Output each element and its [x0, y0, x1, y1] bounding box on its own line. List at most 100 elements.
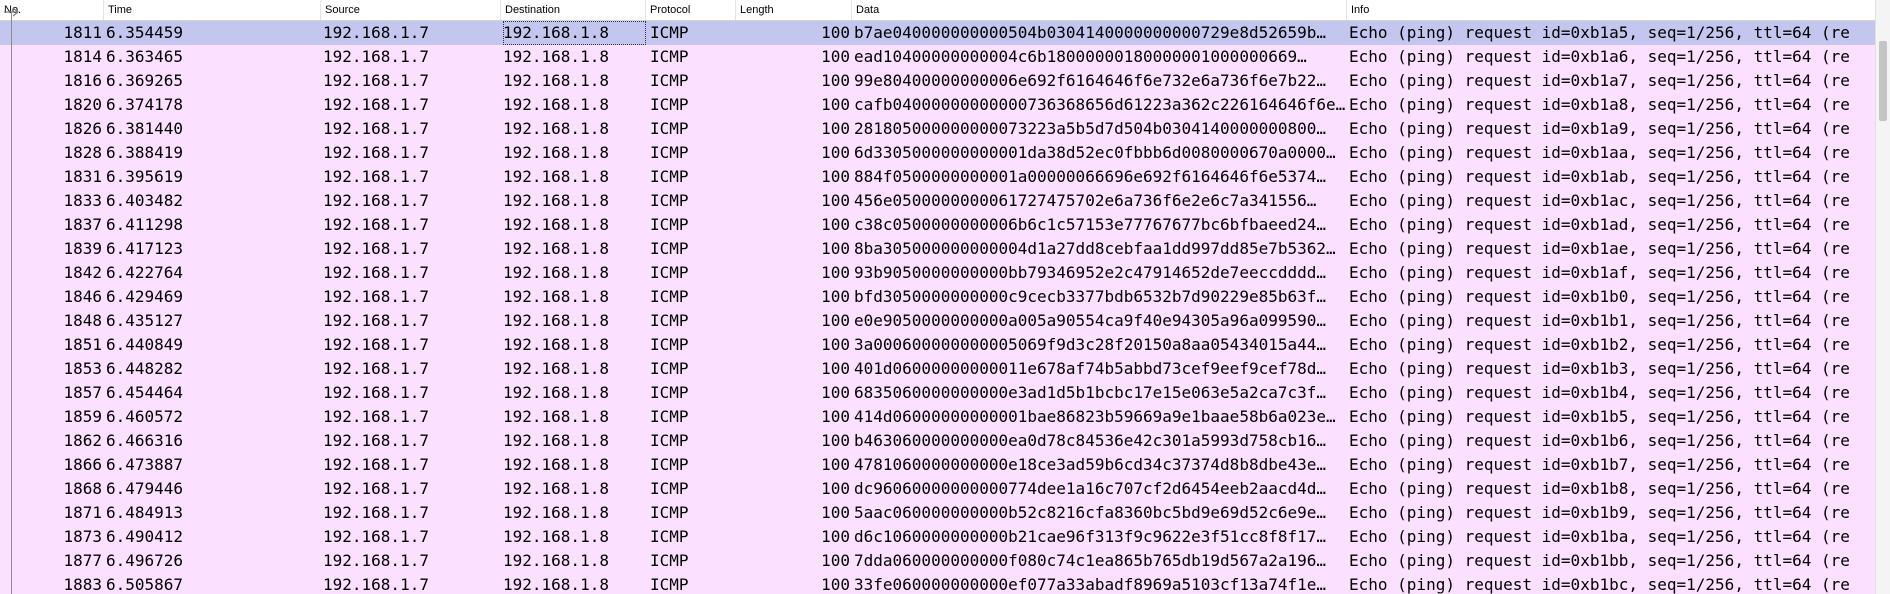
- packet-row[interactable]: 1820 6.374178 192.168.1.7 192.168.1.8 ICMP 10…: [0, 93, 1875, 117]
- column-header-protocol[interactable]: Protocol: [646, 0, 736, 20]
- packet-time-cell: 6.435127: [106, 311, 184, 330]
- packet-no-cell: 1859: [63, 407, 102, 426]
- packet-source-cell: 192.168.1.7: [323, 455, 429, 474]
- packet-row[interactable]: 1853 6.448282 192.168.1.7 192.168.1.8 ICMP 10…: [0, 357, 1875, 381]
- packet-time-cell: 6.374178: [106, 95, 184, 114]
- packet-data-cell: 93b9050000000000bb79346952e2c47914652de7…: [854, 263, 1327, 282]
- packet-destination-cell: 192.168.1.8: [503, 455, 609, 474]
- packet-length-cell: 100: [821, 263, 850, 282]
- column-header-length[interactable]: Length: [736, 0, 852, 20]
- packet-no-cell: 1814: [63, 47, 102, 66]
- packet-data-cell: 401d06000000000011e678af74b5abbd73cef9ee…: [854, 359, 1327, 378]
- packet-row[interactable]: 1851 6.440849 192.168.1.7 192.168.1.8 ICMP 10…: [0, 333, 1875, 357]
- packet-length-cell: 100: [821, 47, 850, 66]
- packet-source-cell: 192.168.1.7: [323, 359, 429, 378]
- packet-source-cell: 192.168.1.7: [323, 119, 429, 138]
- packet-no-cell: 1851: [63, 335, 102, 354]
- packet-source-cell: 192.168.1.7: [323, 383, 429, 402]
- packet-row[interactable]: 1877 6.496726 192.168.1.7 192.168.1.8 ICMP 10…: [0, 549, 1875, 573]
- packet-source-cell: 192.168.1.7: [323, 407, 429, 426]
- related-packet-line: [11, 12, 12, 594]
- packet-row[interactable]: 1871 6.484913 192.168.1.7 192.168.1.8 ICMP 10…: [0, 501, 1875, 525]
- packet-time-cell: 6.395619: [106, 167, 184, 186]
- packet-data-cell: b463060000000000ea0d78c84536e42c301a5993…: [854, 431, 1327, 450]
- packet-row[interactable]: 1826 6.381440 192.168.1.7 192.168.1.8 ICMP 10…: [0, 117, 1875, 141]
- vertical-scrollbar[interactable]: [1875, 0, 1890, 594]
- packet-source-cell: 192.168.1.7: [323, 335, 429, 354]
- packet-destination-cell: 192.168.1.8: [503, 21, 646, 45]
- packet-data-cell: 8ba305000000000004d1a27dd8cebfaa1dd997dd…: [854, 239, 1336, 258]
- column-header-bar: No. Time Source Destination Protocol Len…: [0, 0, 1875, 21]
- packet-row[interactable]: 1814 6.363465 192.168.1.7 192.168.1.8 ICMP 10…: [0, 45, 1875, 69]
- packet-row[interactable]: 1866 6.473887 192.168.1.7 192.168.1.8 ICMP 10…: [0, 453, 1875, 477]
- packet-no-cell: 1828: [63, 143, 102, 162]
- packet-time-cell: 6.448282: [106, 359, 184, 378]
- packet-row[interactable]: 1831 6.395619 192.168.1.7 192.168.1.8 ICMP 10…: [0, 165, 1875, 189]
- packet-row-selected[interactable]: 1811 6.354459 192.168.1.7 192.168.1.8 ICMP 10…: [0, 21, 1875, 45]
- packet-destination-cell: 192.168.1.8: [503, 575, 609, 594]
- arrow-right-icon: [4, 7, 19, 17]
- packet-info-cell: Echo (ping) request id=0xb1ac, seq=1/256…: [1349, 191, 1850, 210]
- column-header-time[interactable]: Time: [104, 0, 321, 20]
- column-header-source[interactable]: Source: [321, 0, 501, 20]
- packet-protocol-cell: ICMP: [650, 551, 689, 570]
- packet-length-cell: 100: [821, 503, 850, 522]
- packet-row[interactable]: 1857 6.454464 192.168.1.7 192.168.1.8 ICMP 10…: [0, 381, 1875, 405]
- column-header-data[interactable]: Data: [852, 0, 1347, 20]
- packet-destination-cell: 192.168.1.8: [503, 431, 609, 450]
- packet-time-cell: 6.363465: [106, 47, 184, 66]
- packet-no-cell: 1833: [63, 191, 102, 210]
- packet-row[interactable]: 1883 6.505867 192.168.1.7 192.168.1.8 ICMP 10…: [0, 573, 1875, 594]
- packet-row[interactable]: 1873 6.490412 192.168.1.7 192.168.1.8 ICMP 10…: [0, 525, 1875, 549]
- packet-source-cell: 192.168.1.7: [323, 287, 429, 306]
- scrollbar-thumb[interactable]: [1879, 41, 1887, 121]
- packet-protocol-cell: ICMP: [650, 71, 689, 90]
- packet-data-cell: 6d3305000000000001da38d52ec0fbbb6d008000…: [854, 143, 1336, 162]
- packet-time-cell: 6.460572: [106, 407, 184, 426]
- packet-data-cell: d6c1060000000000b21cae96f313f9c9622e3f51…: [854, 527, 1327, 546]
- packet-no-cell: 1826: [63, 119, 102, 138]
- packet-no-cell: 1811: [63, 23, 102, 42]
- packet-destination-cell: 192.168.1.8: [503, 503, 609, 522]
- packet-list[interactable]: No. Time Source Destination Protocol Len…: [0, 0, 1875, 594]
- packet-destination-cell: 192.168.1.8: [503, 239, 609, 258]
- packet-no-cell: 1853: [63, 359, 102, 378]
- packet-no-cell: 1857: [63, 383, 102, 402]
- packet-source-cell: 192.168.1.7: [323, 47, 429, 66]
- packet-row[interactable]: 1833 6.403482 192.168.1.7 192.168.1.8 ICMP 10…: [0, 189, 1875, 213]
- packet-no-cell: 1873: [63, 527, 102, 546]
- packet-row[interactable]: 1839 6.417123 192.168.1.7 192.168.1.8 ICMP 10…: [0, 237, 1875, 261]
- packet-row[interactable]: 1862 6.466316 192.168.1.7 192.168.1.8 ICMP 10…: [0, 429, 1875, 453]
- packet-no-cell: 1871: [63, 503, 102, 522]
- packet-row[interactable]: 1816 6.369265 192.168.1.7 192.168.1.8 ICMP 10…: [0, 69, 1875, 93]
- packet-info-cell: Echo (ping) request id=0xb1b2, seq=1/256…: [1349, 335, 1850, 354]
- packet-length-cell: 100: [821, 551, 850, 570]
- packet-row[interactable]: 1868 6.479446 192.168.1.7 192.168.1.8 ICMP 10…: [0, 477, 1875, 501]
- packet-protocol-cell: ICMP: [650, 95, 689, 114]
- packet-info-cell: Echo (ping) request id=0xb1ba, seq=1/256…: [1349, 527, 1850, 546]
- packet-time-cell: 6.473887: [106, 455, 184, 474]
- packet-row[interactable]: 1828 6.388419 192.168.1.7 192.168.1.8 ICMP 10…: [0, 141, 1875, 165]
- packet-row[interactable]: 1837 6.411298 192.168.1.7 192.168.1.8 ICMP 10…: [0, 213, 1875, 237]
- packet-info-cell: Echo (ping) request id=0xb1b6, seq=1/256…: [1349, 431, 1850, 450]
- column-header-destination[interactable]: Destination: [501, 0, 646, 20]
- packet-protocol-cell: ICMP: [650, 479, 689, 498]
- packet-destination-cell: 192.168.1.8: [503, 551, 609, 570]
- packet-destination-cell: 192.168.1.8: [503, 191, 609, 210]
- packet-row[interactable]: 1859 6.460572 192.168.1.7 192.168.1.8 ICMP 10…: [0, 405, 1875, 429]
- packet-row[interactable]: 1848 6.435127 192.168.1.7 192.168.1.8 ICMP 10…: [0, 309, 1875, 333]
- column-header-info[interactable]: Info: [1347, 0, 1875, 20]
- packet-data-cell: 414d06000000000001bae86823b59669a9e1baae…: [854, 407, 1336, 426]
- packet-length-cell: 100: [821, 527, 850, 546]
- packet-destination-cell: 192.168.1.8: [503, 383, 609, 402]
- packet-destination-cell: 192.168.1.8: [503, 167, 609, 186]
- packet-row[interactable]: 1842 6.422764 192.168.1.7 192.168.1.8 ICMP 10…: [0, 261, 1875, 285]
- packet-info-cell: Echo (ping) request id=0xb1b1, seq=1/256…: [1349, 311, 1850, 330]
- packet-row[interactable]: 1846 6.429469 192.168.1.7 192.168.1.8 ICMP 10…: [0, 285, 1875, 309]
- packet-time-cell: 6.381440: [106, 119, 184, 138]
- packet-length-cell: 100: [821, 143, 850, 162]
- packet-time-cell: 6.484913: [106, 503, 184, 522]
- packet-source-cell: 192.168.1.7: [323, 23, 429, 42]
- packet-time-cell: 6.496726: [106, 551, 184, 570]
- packet-time-cell: 6.369265: [106, 71, 184, 90]
